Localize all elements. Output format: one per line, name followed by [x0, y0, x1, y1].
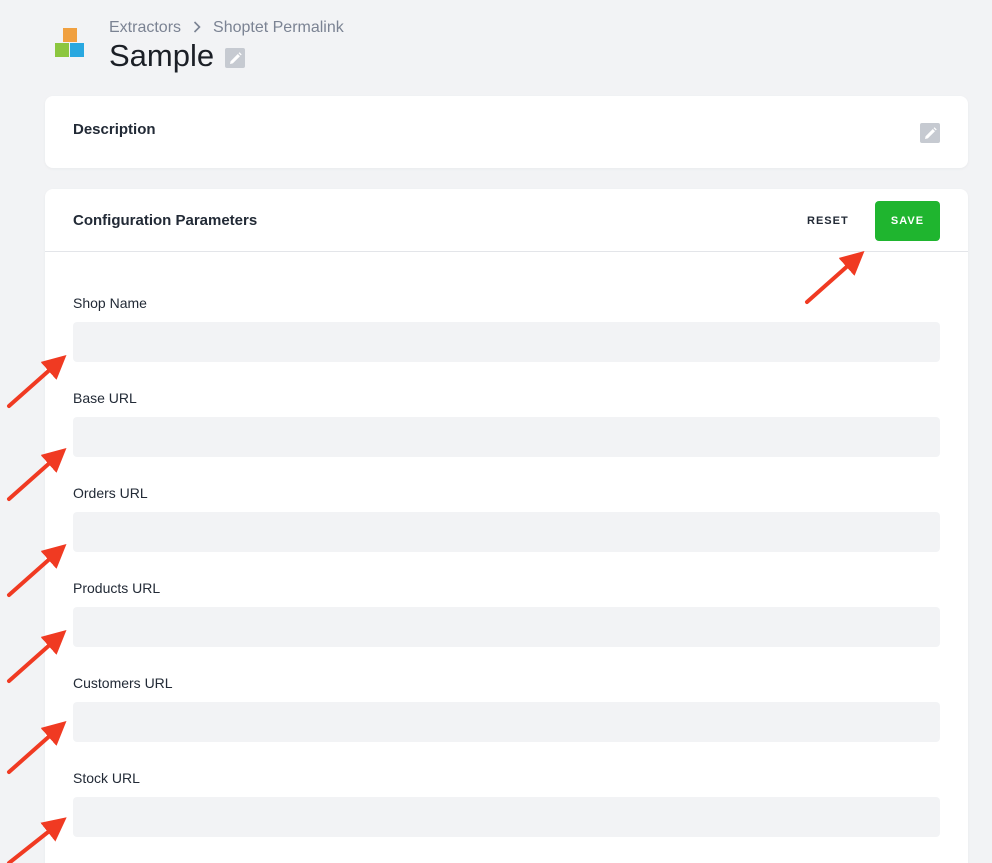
- save-button[interactable]: SAVE: [875, 201, 940, 241]
- edit-title-button[interactable]: [225, 48, 246, 68]
- field-customers-url: Customers URL: [73, 675, 940, 742]
- configuration-title: Configuration Parameters: [73, 212, 258, 229]
- app-logo-icon: [55, 28, 85, 58]
- shop-name-input[interactable]: [73, 322, 940, 362]
- field-shop-name: Shop Name: [73, 295, 940, 362]
- configuration-header: Configuration Parameters RESET SAVE: [45, 189, 968, 252]
- stock-url-input[interactable]: [73, 797, 940, 837]
- orders-url-label: Orders URL: [73, 485, 148, 501]
- page-header: Extractors Shoptet Permalink Sample: [0, 0, 992, 96]
- field-products-url: Products URL: [73, 580, 940, 647]
- field-base-url: Base URL: [73, 390, 940, 457]
- edit-description-button[interactable]: [920, 123, 940, 143]
- description-label: Description: [73, 121, 156, 138]
- shop-name-label: Shop Name: [73, 295, 147, 311]
- chevron-right-icon: [193, 20, 201, 36]
- configuration-card: Configuration Parameters RESET SAVE Shop…: [45, 189, 968, 863]
- field-stock-url: Stock URL: [73, 770, 940, 837]
- customers-url-label: Customers URL: [73, 675, 173, 691]
- products-url-input[interactable]: [73, 607, 940, 647]
- field-orders-url: Orders URL: [73, 485, 940, 552]
- pencil-icon: [229, 51, 242, 64]
- products-url-label: Products URL: [73, 580, 161, 596]
- base-url-input[interactable]: [73, 417, 940, 457]
- breadcrumb-current: Shoptet Permalink: [213, 19, 344, 36]
- stock-url-label: Stock URL: [73, 770, 140, 786]
- customers-url-input[interactable]: [73, 702, 940, 742]
- orders-url-input[interactable]: [73, 512, 940, 552]
- pencil-icon: [924, 126, 937, 139]
- reset-button[interactable]: RESET: [797, 209, 859, 233]
- base-url-label: Base URL: [73, 390, 137, 406]
- description-card: Description: [45, 96, 968, 168]
- breadcrumb-extractors-link[interactable]: Extractors: [109, 19, 181, 37]
- page-title: Sample: [109, 38, 215, 73]
- breadcrumb: Extractors Shoptet Permalink: [109, 19, 344, 37]
